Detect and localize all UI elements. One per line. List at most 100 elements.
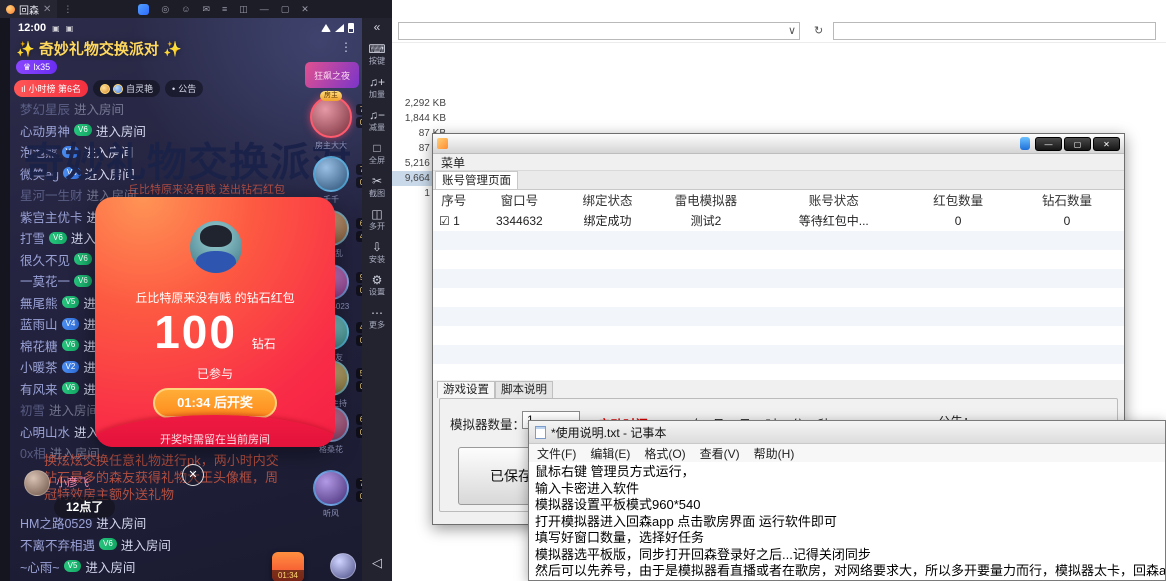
open-countdown-button[interactable]: 01:34 后开奖 bbox=[153, 388, 277, 418]
table-cell bbox=[761, 231, 906, 250]
notepad-menu-item[interactable]: 查看(V) bbox=[700, 445, 740, 462]
sidebar-item-label: 更多 bbox=[364, 321, 391, 331]
audience-seat[interactable]: 听风70 bbox=[302, 470, 360, 519]
chat-username[interactable]: 打雪 bbox=[20, 228, 45, 247]
table-cell bbox=[906, 364, 1010, 380]
tab-menu-icon[interactable]: ⋮ bbox=[63, 4, 72, 15]
tab-script-help[interactable]: 脚本说明 bbox=[495, 381, 553, 398]
sidebar-item-install-apk[interactable]: ⇩安装 bbox=[362, 241, 392, 265]
avatar[interactable] bbox=[313, 156, 349, 192]
manager-titlebar[interactable]: — ▢ ✕ bbox=[433, 134, 1124, 154]
boss-key-icon[interactable]: ◫ bbox=[239, 4, 248, 15]
table-row-empty bbox=[433, 250, 1124, 269]
chat-username[interactable]: 紫宫主优卡 bbox=[20, 207, 83, 226]
minimize-icon[interactable]: — bbox=[260, 4, 269, 14]
sidebar-item-volume-down[interactable]: ♫−减量 bbox=[362, 109, 392, 133]
column-header[interactable]: 窗口号 bbox=[474, 190, 564, 212]
address-bar[interactable] bbox=[398, 22, 800, 40]
chat-username[interactable]: 無尾熊 bbox=[20, 293, 58, 312]
chat-username[interactable]: 蓝雨山 bbox=[20, 314, 58, 333]
avatar[interactable] bbox=[313, 470, 349, 506]
chat-username[interactable]: 初雪 bbox=[20, 400, 45, 419]
notepad-menu-item[interactable]: 格式(O) bbox=[644, 445, 685, 462]
hour-rank-badge[interactable]: ıl小时榜 第6名 bbox=[14, 80, 88, 97]
notepad-menu-item[interactable]: 文件(F) bbox=[537, 445, 576, 462]
vip-pill[interactable]: 自灵艳 bbox=[93, 80, 160, 97]
level-badge: V6 bbox=[62, 339, 80, 351]
address-dropdown-icon[interactable]: ∨ bbox=[788, 24, 796, 37]
sidebar-item-keymap[interactable]: ⌨按键 bbox=[362, 43, 392, 67]
maximize-icon[interactable]: ▢ bbox=[281, 4, 290, 15]
dialog-close-button[interactable]: ✕ bbox=[182, 464, 204, 486]
avatar[interactable] bbox=[310, 96, 352, 138]
maximize-button[interactable]: ▢ bbox=[1064, 137, 1091, 151]
menu-lines-icon[interactable]: ≡ bbox=[222, 4, 227, 14]
audience-seat[interactable]: 房主房主大大70 bbox=[302, 96, 360, 151]
close-button[interactable]: ✕ bbox=[1093, 137, 1120, 151]
sidebar-item-fullscreen[interactable]: □全屏 bbox=[362, 142, 392, 166]
messenger-icon[interactable] bbox=[138, 4, 149, 15]
event-banner[interactable]: 狂飙之夜 bbox=[305, 62, 359, 88]
chat-username[interactable]: 小暖茶 bbox=[20, 357, 58, 376]
file-size-cell[interactable]: 2,292 KB bbox=[392, 96, 450, 111]
search-input[interactable] bbox=[833, 22, 1156, 40]
gamepad-icon[interactable]: ◎ bbox=[161, 4, 169, 15]
notepad-menu-item[interactable]: 编辑(E) bbox=[590, 445, 630, 462]
file-size-cell[interactable]: 1,844 KB bbox=[392, 111, 450, 126]
sidebar-collapse-icon[interactable]: « bbox=[362, 18, 392, 34]
chat-username[interactable]: 有风来 bbox=[20, 379, 58, 398]
sidebar-item-more[interactable]: ⋯更多 bbox=[362, 307, 392, 331]
sender-avatar bbox=[190, 221, 242, 273]
column-header[interactable]: 钻石数量 bbox=[1010, 190, 1124, 212]
refresh-icon[interactable]: ↻ bbox=[814, 24, 823, 37]
tab-account-management[interactable]: 账号管理页面 bbox=[435, 171, 518, 189]
notice-pill[interactable]: •公告 bbox=[165, 80, 203, 97]
android-back-button[interactable]: ◁ bbox=[362, 555, 392, 571]
accounts-table[interactable]: 序号窗口号绑定状态雷电模拟器账号状态红包数量钻石数量☑ 13344632绑定成功… bbox=[433, 190, 1124, 380]
chat-username[interactable]: 不离不弃相遇 bbox=[20, 535, 95, 554]
account-icon[interactable]: ☺ bbox=[181, 4, 190, 14]
close-icon[interactable]: ✕ bbox=[301, 4, 309, 15]
red-packet-float-widget[interactable]: 01:34 bbox=[272, 552, 304, 581]
sidebar-item-multi-instance[interactable]: ◫多开 bbox=[362, 208, 392, 232]
feedback-icon[interactable]: ✉ bbox=[202, 4, 210, 15]
chat-username[interactable]: 棉花糖 bbox=[20, 336, 58, 355]
column-header[interactable]: 雷电模拟器 bbox=[651, 190, 762, 212]
chat-username[interactable]: 星河一生财 bbox=[20, 185, 83, 204]
table-cell bbox=[906, 269, 1010, 288]
chat-username[interactable]: ~心雨~ bbox=[20, 557, 60, 576]
table-row[interactable]: ☑ 13344632绑定成功测试2等待红包中...00 bbox=[433, 212, 1124, 231]
notepad-text[interactable]: 鼠标右键 管理员方式运行，输入卡密进入软件模拟器设置平板模式960*540打开模… bbox=[529, 462, 1165, 581]
table-cell bbox=[906, 345, 1010, 364]
emulator-tab[interactable]: 回森 ✕ bbox=[0, 0, 57, 18]
column-header[interactable]: 绑定状态 bbox=[564, 190, 650, 212]
column-header[interactable]: 序号 bbox=[433, 190, 474, 212]
room-menu-icon[interactable]: ⋮ bbox=[340, 40, 352, 54]
notepad-menu-item[interactable]: 帮助(H) bbox=[754, 445, 795, 462]
table-cell: 等待红包中... bbox=[761, 212, 906, 231]
chat-username[interactable]: 0x相 bbox=[20, 443, 46, 462]
table-cell bbox=[474, 269, 564, 288]
menu-item[interactable]: 菜单 bbox=[441, 154, 465, 171]
minimize-button[interactable]: — bbox=[1035, 137, 1062, 151]
tab-close-icon[interactable]: ✕ bbox=[43, 4, 51, 15]
audience-name: 房主大大 bbox=[302, 140, 360, 151]
stay-in-room-note: 开奖时需留在当前房间 bbox=[95, 431, 335, 447]
notepad-titlebar[interactable]: *使用说明.txt - 记事本 bbox=[529, 421, 1165, 444]
avatar[interactable] bbox=[330, 553, 356, 579]
sidebar-item-volume-up[interactable]: ♫+加量 bbox=[362, 76, 392, 100]
column-header[interactable]: 红包数量 bbox=[906, 190, 1010, 212]
chat-username[interactable]: 很久不见 bbox=[20, 250, 70, 269]
tab-game-settings[interactable]: 游戏设置 bbox=[437, 381, 495, 398]
chat-username[interactable]: 梦幻星辰 bbox=[20, 99, 70, 118]
chat-username[interactable]: HM之路0529 bbox=[20, 513, 92, 532]
avatar[interactable] bbox=[24, 470, 50, 496]
sidebar-item-settings[interactable]: ⚙设置 bbox=[362, 274, 392, 298]
chat-username[interactable]: 一莫花一 bbox=[20, 271, 70, 290]
table-cell bbox=[474, 307, 564, 326]
column-header[interactable]: 账号状态 bbox=[761, 190, 906, 212]
sidebar-item-screenshot[interactable]: ✂截图 bbox=[362, 175, 392, 199]
table-cell bbox=[761, 269, 906, 288]
emu-count-label: 模拟器数量： bbox=[450, 414, 525, 433]
chat-username[interactable]: 心明山水 bbox=[20, 422, 70, 441]
